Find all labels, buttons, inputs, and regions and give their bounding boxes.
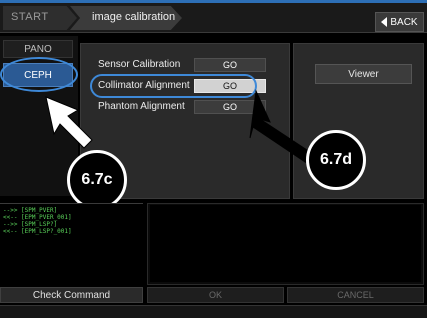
check-command-button[interactable]: Check Command bbox=[0, 287, 143, 303]
log-line: -->> [SPM_PVER] bbox=[3, 207, 58, 214]
output-panel-inner bbox=[150, 205, 421, 282]
log-line: -->> [SPM_LSP?] bbox=[3, 221, 58, 228]
cancel-button[interactable]: CANCEL bbox=[287, 287, 424, 303]
callout-6-7d: 6.7d bbox=[306, 130, 366, 190]
ok-button[interactable]: OK bbox=[147, 287, 284, 303]
status-bar bbox=[0, 305, 427, 318]
log-line: <<-- [EPM_LSP?_001] bbox=[3, 228, 72, 235]
callout-6-7c: 6.7c bbox=[67, 150, 127, 210]
log-line: <<-- [EPM_PVER_001] bbox=[3, 214, 72, 221]
arrow-to-ceph-icon bbox=[45, 96, 93, 149]
